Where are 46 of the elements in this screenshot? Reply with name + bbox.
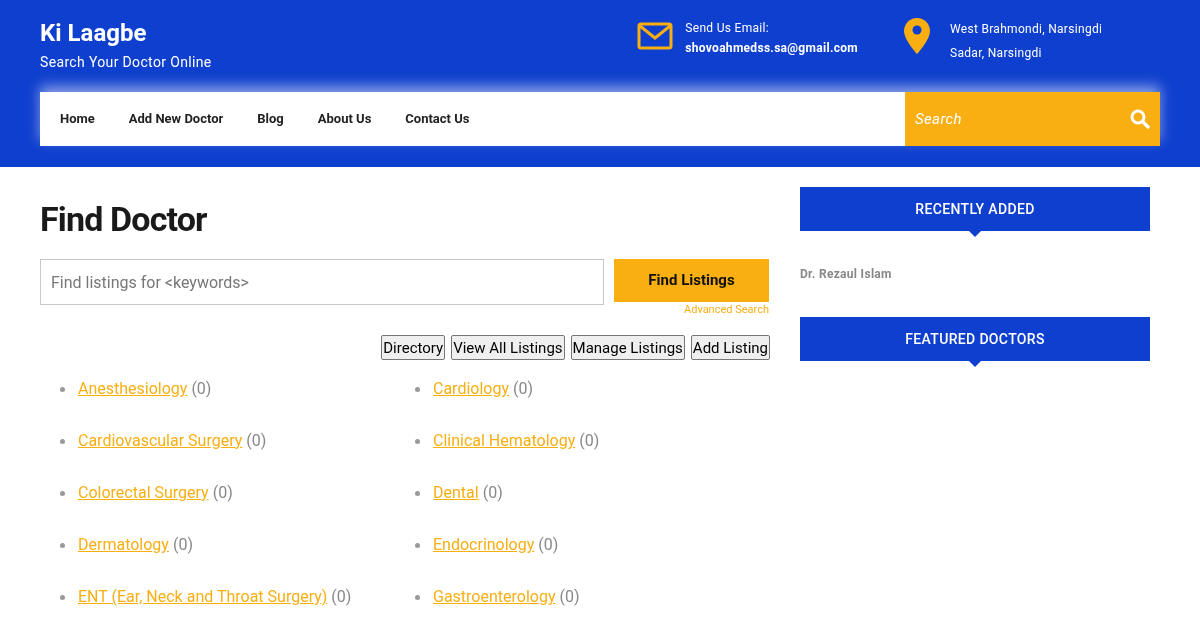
category-count: (0) — [538, 534, 559, 556]
category-count: (0) — [482, 482, 503, 504]
listing-action-button[interactable]: Directory — [381, 335, 446, 360]
bullet-icon — [60, 542, 65, 548]
bullet-icon — [415, 438, 420, 444]
bullet-icon — [415, 490, 420, 496]
nav-link[interactable]: Home — [60, 109, 95, 129]
mail-icon — [637, 22, 674, 50]
category-count: (0) — [513, 378, 534, 400]
bullet-icon — [60, 438, 65, 444]
category-count: (0) — [172, 534, 193, 556]
category-count: (0) — [331, 586, 352, 608]
email-address[interactable]: shovoahmedss.sa@gmail.com — [685, 38, 858, 58]
bullet-icon — [415, 386, 420, 392]
bullet-icon — [60, 386, 65, 392]
bullet-icon — [415, 594, 420, 600]
address-line: West Brahmondi, Narsingdi — [950, 21, 1104, 38]
bullet-icon — [60, 594, 65, 600]
keyword-search-field[interactable]: Find listings for <keywords> — [40, 259, 604, 305]
bullet-icon — [415, 542, 420, 548]
email-label: Send Us Email: — [685, 20, 770, 37]
widget-header: FEATURED DOCTORS — [800, 317, 1150, 361]
search-icon[interactable] — [1130, 109, 1150, 129]
category-count: (0) — [246, 430, 267, 452]
address-line: Sadar, Narsingdi — [950, 45, 1043, 62]
category-count: (0) — [579, 430, 600, 452]
nav-link[interactable]: Blog — [257, 109, 284, 129]
listing-action-button[interactable]: Manage Listings — [570, 335, 685, 360]
category-count: (0) — [212, 482, 233, 504]
find-listings-button[interactable]: Find Listings — [614, 259, 769, 302]
bullet-icon — [60, 490, 65, 496]
site-title[interactable]: Ki Laagbe — [40, 18, 212, 48]
nav-link[interactable]: Contact Us — [405, 109, 470, 129]
category-count: (0) — [559, 586, 580, 608]
listing-action-button[interactable]: View All Listings — [451, 335, 565, 360]
category-count: (0) — [191, 378, 212, 400]
doctor-link[interactable]: Dr. Rezaul Islam — [800, 265, 1150, 283]
site-tagline: Search Your Doctor Online — [40, 53, 212, 72]
location-pin-icon — [904, 18, 930, 54]
widget-header: RECENTLY ADDED — [800, 187, 1150, 231]
page-heading: Find Doctor — [40, 199, 208, 239]
nav-link[interactable]: About Us — [317, 109, 372, 129]
pointer-icon — [969, 231, 981, 237]
listing-action-button[interactable]: Add Listing — [690, 335, 770, 360]
nav-link[interactable]: Add New Doctor — [128, 109, 224, 129]
pointer-icon — [969, 361, 981, 367]
